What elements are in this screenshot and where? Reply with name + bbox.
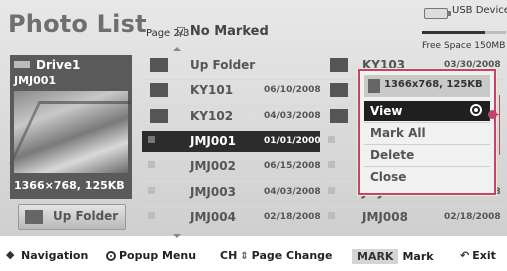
ok-icon: [470, 104, 482, 116]
footer-mark: MARK Mark: [352, 249, 434, 264]
free-space-bar-fill: [422, 31, 485, 34]
folder-icon: [150, 58, 168, 72]
folder-icon: [150, 108, 168, 123]
photo-thumbnail: [9, 91, 132, 173]
footer-mark-label: Mark: [402, 250, 434, 263]
footer-popup-menu: Popup Menu: [106, 249, 196, 262]
popup-header-text: 1366x768, 125KB: [384, 79, 483, 90]
folder-icon: [330, 58, 348, 72]
popup-item-view[interactable]: View: [364, 101, 490, 121]
popup-item-label: Close: [370, 170, 407, 184]
footer-navigation: Navigation: [6, 248, 89, 262]
photo-file-icon: [148, 211, 155, 219]
navigation-arrows-icon: [6, 248, 18, 262]
footer-popup-menu-label: Popup Menu: [119, 249, 197, 262]
folder-row[interactable]: KY101 06/10/2008: [142, 80, 321, 101]
folder-icon: [330, 108, 348, 123]
drive-label: Drive1: [36, 58, 81, 72]
drive-icon: [14, 61, 30, 68]
folder-up-icon: [25, 210, 43, 224]
popup-item-label: View: [370, 104, 403, 118]
footer-navigation-label: Navigation: [21, 249, 89, 262]
exit-icon: ↶: [460, 249, 470, 262]
file-row[interactable]: JMJ004 02/18/2008: [142, 207, 321, 228]
channel-up-down-icon: ⇕: [240, 251, 249, 262]
usb-icon: [424, 8, 451, 19]
checkbox-icon: ☑: [176, 25, 186, 38]
footer-exit-label: Exit: [472, 249, 496, 262]
photo-file-icon: [148, 161, 155, 169]
file-date: 06/15/2008: [264, 161, 321, 172]
file-row[interactable]: JMJ008 02/18/2008: [322, 207, 504, 228]
popup-item-delete[interactable]: Delete: [364, 145, 490, 165]
free-space-text: Free Space 150MB: [422, 41, 506, 51]
pointer-line: [499, 95, 500, 155]
photo-icon: [368, 79, 380, 93]
folder-row[interactable]: KY102 04/03/2008: [142, 106, 321, 127]
photo-file-icon: [148, 135, 155, 143]
popup-item-close[interactable]: Close: [364, 167, 490, 187]
mark-status-text: No Marked: [189, 24, 269, 39]
preview-resolution: 1366×768, 125KB: [14, 179, 125, 192]
folder-icon: [150, 83, 168, 98]
usb-device-info: USB Device Free Space 150MB: [420, 5, 507, 53]
thumbnail-graphic: [9, 101, 132, 164]
file-name: JMJ001: [190, 133, 236, 148]
popup-menu: 1366x768, 125KB View Mark All Delete Clo…: [358, 69, 496, 195]
pointer-dot-icon: [488, 110, 497, 119]
folder-icon: [330, 83, 348, 98]
footer-page-change-label: Page Change: [251, 249, 333, 262]
footer-exit: ↶ Exit: [460, 249, 496, 262]
photo-list-panel: Photo List Page 2/3 ☑ No Marked USB Devic…: [0, 0, 507, 238]
file-name: JMJ003: [190, 184, 236, 199]
scroll-up-arrow-icon[interactable]: [173, 47, 181, 51]
photo-file-icon: [328, 161, 335, 169]
ok-button-icon: [106, 251, 116, 261]
file-date: 04/03/2008: [264, 110, 321, 121]
free-space-bar: [422, 31, 506, 34]
current-folder-name: JMJ001: [14, 74, 57, 87]
popup-header: 1366x768, 125KB: [364, 75, 490, 97]
scroll-down-arrow-icon[interactable]: [173, 234, 181, 238]
file-name: JMJ004: [190, 209, 236, 224]
page-title: Photo List: [8, 10, 147, 38]
preview-panel: Drive1 JMJ001 1366×768, 125KB: [9, 55, 132, 199]
file-name: JMJ008: [362, 209, 408, 224]
up-folder-button[interactable]: Up Folder: [18, 204, 126, 230]
photo-file-icon: [328, 135, 335, 143]
mark-key-label: MARK: [352, 249, 399, 264]
photo-file-icon: [328, 186, 335, 194]
file-name: KY101: [190, 83, 234, 98]
photo-file-icon: [328, 211, 335, 219]
ch-key-label: CH: [220, 249, 238, 262]
popup-item-label: Mark All: [370, 126, 426, 140]
usb-device-name: USB Device: [452, 5, 507, 16]
file-name: KY102: [190, 108, 234, 123]
mark-status: ☑ No Marked: [176, 24, 269, 39]
footer-page-change: CH ⇕ Page Change: [220, 249, 333, 262]
popup-item-mark-all[interactable]: Mark All: [364, 123, 490, 143]
file-row[interactable]: JMJ001 01/01/2000: [142, 130, 321, 152]
file-date: 06/10/2008: [264, 85, 321, 96]
popup-item-label: Delete: [370, 148, 415, 162]
folder-row[interactable]: Up Folder: [142, 55, 320, 76]
file-date: 04/03/2008: [264, 186, 321, 197]
file-row[interactable]: JMJ002 06/15/2008: [142, 156, 321, 177]
photo-file-icon: [148, 186, 155, 194]
footer-help-bar: Navigation Popup Menu CH⇕Page Change MAR…: [0, 244, 507, 271]
up-folder-button-label: Up Folder: [53, 209, 119, 223]
file-date: 01/01/2000: [264, 135, 321, 146]
file-name: JMJ002: [190, 159, 236, 174]
file-row[interactable]: JMJ003 04/03/2008: [142, 182, 321, 203]
file-date: 02/18/2008: [264, 211, 321, 222]
file-name: Up Folder: [190, 58, 256, 72]
file-date: 02/18/2008: [444, 211, 501, 222]
